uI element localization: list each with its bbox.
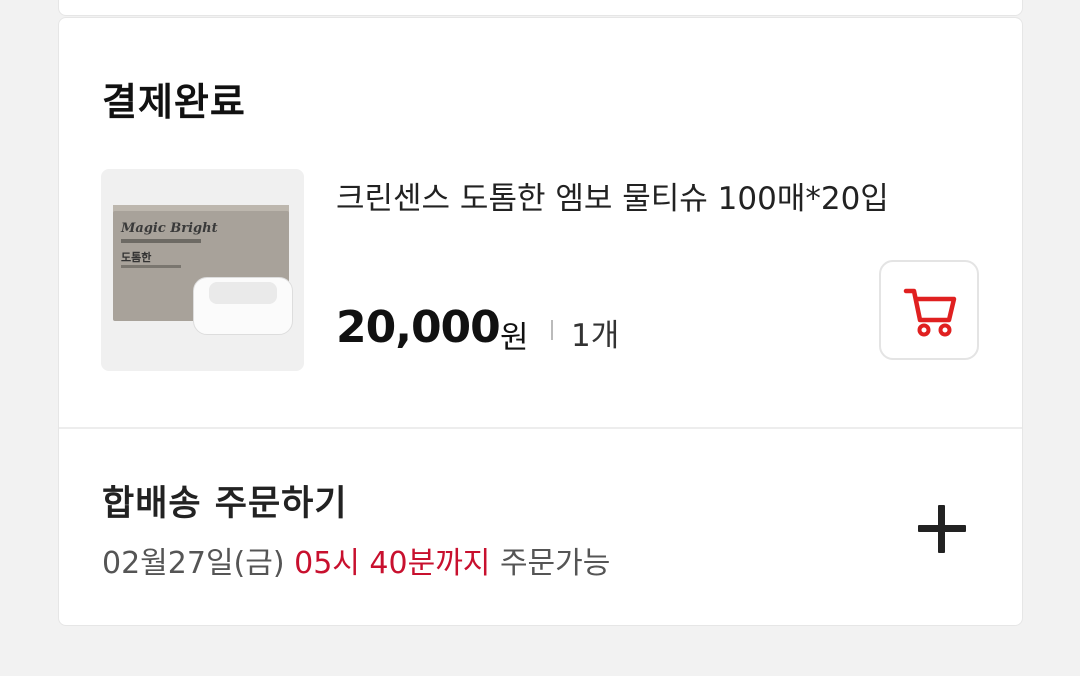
product-thumbnail[interactable]: Magic Bright 도톰한 — [101, 169, 304, 371]
cart-icon — [903, 288, 957, 337]
deadline-time: 05시 40분까지 — [294, 546, 491, 581]
section-title: 결제완료 — [102, 80, 246, 124]
bundle-deadline-text: 02월27일(금) 05시 40분까지 주문가능 — [102, 538, 610, 582]
order-complete-card: 결제완료 Magic Bright 도톰한 크린센스 도톰한 엠보 물티슈 10… — [58, 17, 1023, 626]
add-to-cart-button[interactable] — [879, 260, 979, 360]
box-decoration — [121, 239, 201, 243]
price-quantity-separator — [551, 320, 553, 340]
deadline-date: 02월27일(금) — [102, 546, 285, 581]
expand-bundle-button[interactable] — [915, 502, 969, 556]
product-price: 20,000 — [336, 302, 501, 353]
section-divider — [59, 427, 1022, 429]
wipes-pack-cap — [209, 282, 277, 304]
box-brand-label: Magic Bright — [121, 221, 218, 236]
bundle-order-title: 합배송 주문하기 — [102, 484, 348, 524]
box-subtitle: 도톰한 — [121, 251, 152, 264]
product-name[interactable]: 크린센스 도톰한 엠보 물티슈 100매*20입 — [336, 173, 889, 218]
deadline-suffix: 주문가능 — [499, 546, 611, 581]
previous-card-bottom — [58, 0, 1023, 16]
product-quantity: 1개 — [571, 318, 620, 354]
box-decoration — [121, 265, 181, 268]
price-currency: 원 — [500, 320, 529, 356]
